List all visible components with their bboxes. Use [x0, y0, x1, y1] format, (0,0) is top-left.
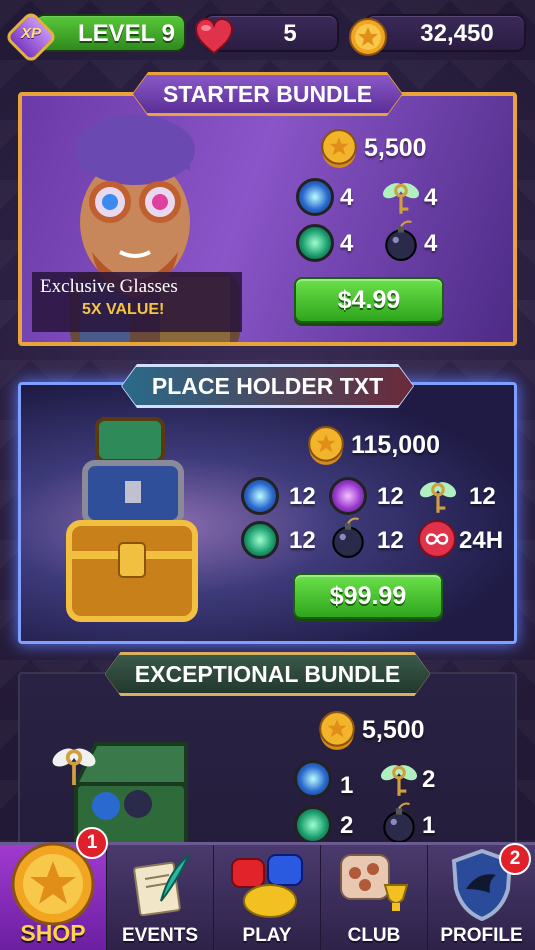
- xp-badge-text: XP: [20, 25, 41, 42]
- winged-key-icon: [382, 183, 420, 214]
- placeholder-title: PLACE HOLDER TXT: [122, 367, 413, 405]
- nav-tab-events[interactable]: EVENTS: [107, 845, 214, 950]
- placeholder-item-qty: 24H: [459, 527, 504, 554]
- nav-tab-club[interactable]: CLUB: [321, 845, 428, 950]
- club-trophy-icon: [340, 854, 409, 911]
- glasses-caption: Exclusive Glasses: [40, 276, 178, 297]
- treasure-chests-icon: [66, 417, 198, 622]
- placeholder-buy-button[interactable]: $99.99: [293, 573, 443, 619]
- starter-bundle-panel: Exclusive Glasses 5X VALUE! 5,500 4 4 4: [18, 92, 517, 346]
- coin-stack-icon: [308, 426, 344, 465]
- placeholder-bundle-panel: 115,000 12 12 12 12 12 24H $99.99: [18, 382, 517, 644]
- quill-scroll-icon: [133, 854, 190, 917]
- nav-label-club: CLUB: [347, 925, 401, 946]
- green-bolt-icon: [294, 806, 332, 844]
- nav-label-profile: PROFILE: [440, 925, 523, 946]
- coin-stack-icon: [321, 129, 357, 168]
- exceptional-title: EXCEPTIONAL BUNDLE: [105, 655, 430, 693]
- placeholder-item-qty: 12: [377, 483, 404, 510]
- nav-tab-play[interactable]: PLAY: [214, 845, 321, 950]
- placeholder-item-qty: 12: [469, 483, 496, 510]
- shop-notification-badge: 1: [76, 827, 108, 859]
- starter-item-qty: 4: [424, 184, 438, 211]
- nav-label-play: PLAY: [242, 925, 292, 946]
- coin-stack-icon: [319, 711, 355, 750]
- nav-label-events: EVENTS: [121, 925, 199, 946]
- green-bolt-icon: [241, 521, 279, 559]
- bomb-icon: [332, 517, 364, 558]
- starter-bundle-card: Exclusive Glasses 5X VALUE! 5,500 4 4 4: [18, 92, 517, 346]
- value-badge: 5X VALUE!: [82, 301, 165, 318]
- exceptional-bundle-panel: 5,500 1 2 2 1: [18, 672, 517, 852]
- coin-icon: [349, 18, 387, 56]
- bottom-nav: SHOP 1 EVENTS PLAY CLUB PROFILE 2: [0, 827, 535, 950]
- winged-key-icon: [419, 482, 457, 513]
- green-bolt-icon: [296, 224, 334, 262]
- starter-item-qty: 4: [340, 230, 354, 257]
- lives-count: 5: [283, 20, 297, 47]
- exceptional-item-qty: 2: [340, 812, 354, 839]
- placeholder-item-qty: 12: [377, 527, 404, 554]
- starter-item-qty: 4: [424, 230, 438, 257]
- infinite-heart-icon: [418, 520, 456, 558]
- purple-orb-icon: [329, 477, 367, 515]
- exceptional-coins-amount: 5,500: [362, 716, 425, 744]
- winged-key-icon: [380, 765, 418, 796]
- winged-key-icon: [52, 748, 96, 785]
- placeholder-item-qty: 12: [289, 527, 316, 554]
- level-label: LEVEL 9: [78, 20, 175, 47]
- blue-orb-icon: [296, 178, 334, 216]
- starter-title: STARTER BUNDLE: [133, 75, 402, 113]
- starter-buy-button[interactable]: $4.99: [294, 277, 444, 323]
- profile-notification-badge: 2: [499, 843, 531, 875]
- gems-icon: [231, 854, 303, 918]
- starter-item-qty: 4: [340, 184, 354, 211]
- bomb-icon: [385, 220, 417, 261]
- placeholder-coins-amount: 115,000: [351, 431, 440, 459]
- nav-label-shop: SHOP: [20, 920, 86, 946]
- bomb-icon: [383, 802, 415, 843]
- blue-orb-icon: [241, 477, 279, 515]
- placeholder-item-qty: 12: [289, 483, 316, 510]
- blue-orb-icon: [294, 760, 332, 798]
- exceptional-item-qty: 1: [340, 772, 354, 799]
- exceptional-bundle-card: 5,500 1 2 2 1 EXCEPTIONAL BUNDLE EXCEPTI…: [18, 672, 517, 852]
- status-bar: XP LEVEL 9 5 32,450: [0, 10, 535, 64]
- placeholder-bundle-card: 115,000 12 12 12 12 12 24H $99.99 PLACE …: [18, 382, 517, 644]
- heart-icon: [194, 18, 234, 55]
- exceptional-item-qty: 2: [422, 766, 436, 793]
- exceptional-item-qty: 1: [422, 812, 436, 839]
- nav-tab-shop[interactable]: SHOP: [0, 842, 107, 950]
- coins-count: 32,450: [420, 20, 494, 47]
- starter-coins-amount: 5,500: [364, 134, 427, 162]
